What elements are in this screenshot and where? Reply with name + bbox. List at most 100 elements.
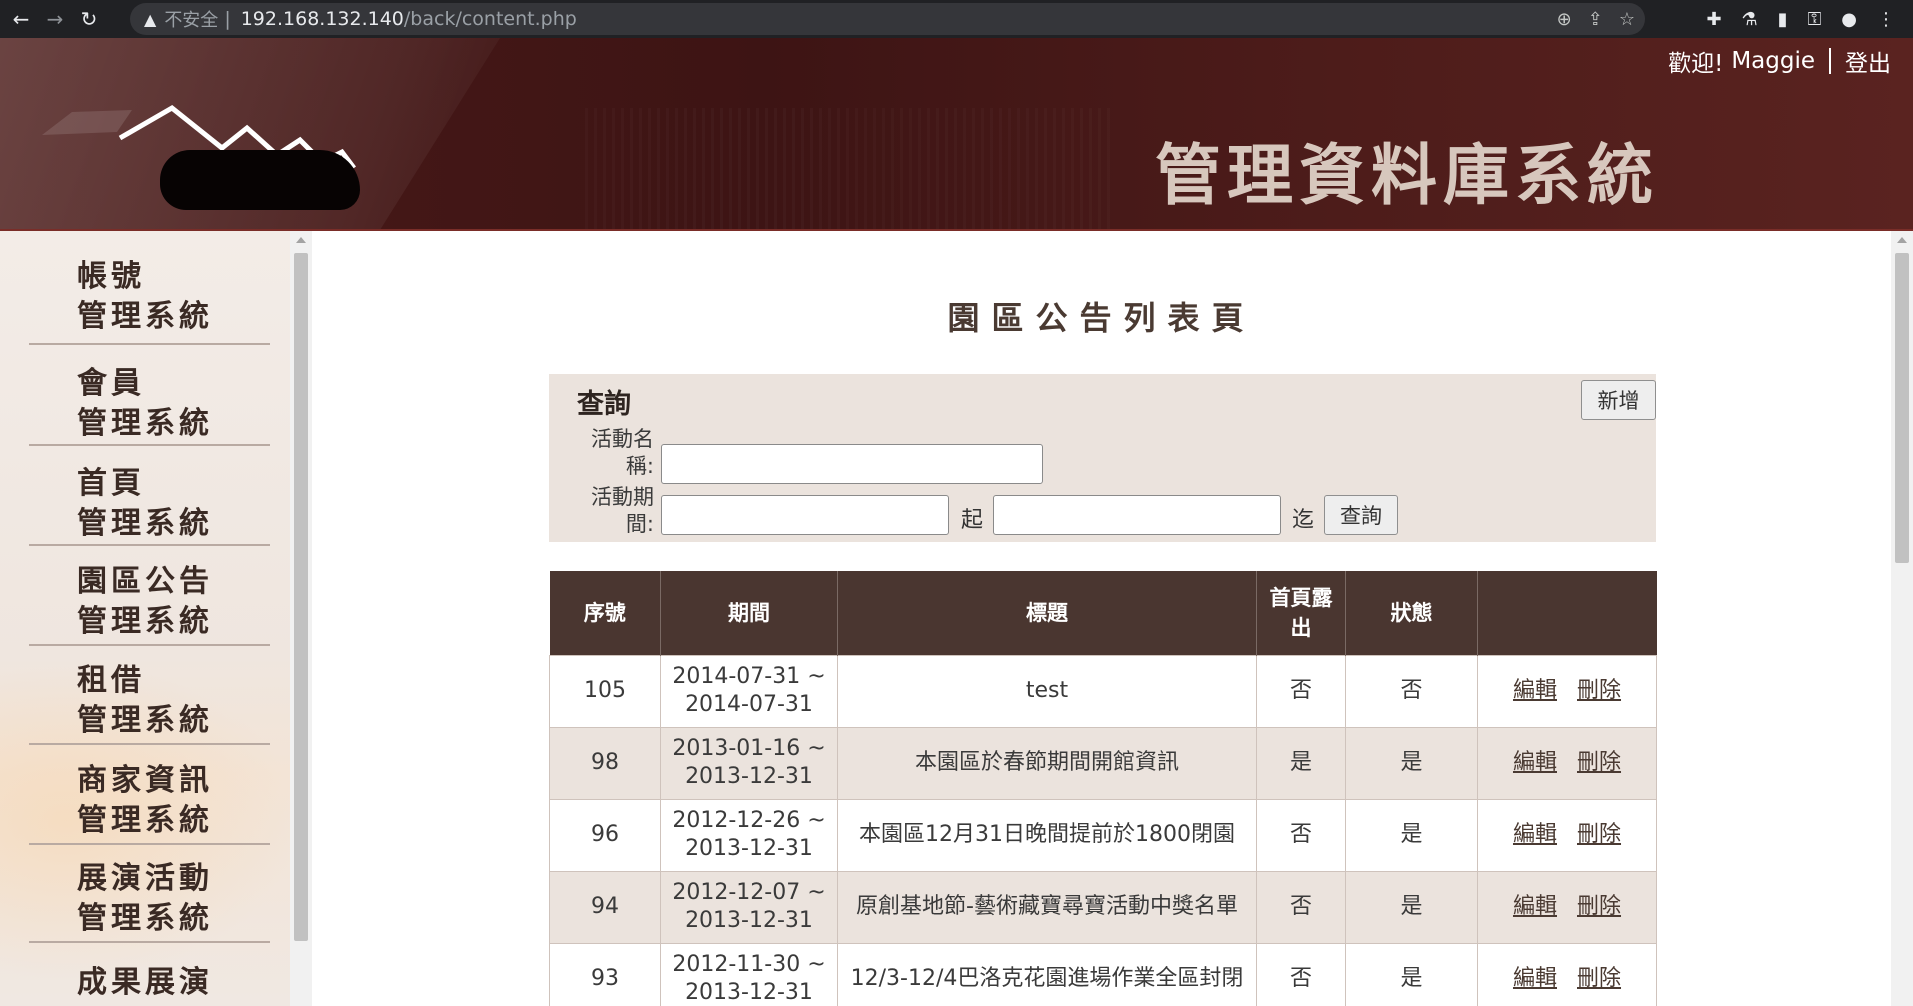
main-scrollbar[interactable] <box>1891 231 1913 1006</box>
share-icon[interactable]: ⇪ <box>1588 9 1603 30</box>
sidebar-item-line1: 帳號 <box>77 259 145 294</box>
table-row: 105 2014-07-31 ~ 2014-07-31 test 否 否 編輯 刪除 <box>549 654 1657 728</box>
header-id: 序號 <box>549 571 661 655</box>
period-end: 2013-12-31 <box>685 764 813 789</box>
cell-actions: 編輯 刪除 <box>1477 726 1657 800</box>
activity-name-input[interactable] <box>661 444 1043 484</box>
delete-link[interactable]: 刪除 <box>1577 966 1621 991</box>
add-button[interactable]: 新增 <box>1581 380 1656 420</box>
table-header-row: 序號 期間 標題 首頁露出 狀態 <box>549 571 1657 655</box>
sidebar-scrollbar[interactable] <box>290 231 312 1006</box>
address-bar[interactable]: ▲ 不安全 | 192.168.132.140 /back/content.ph… <box>130 3 1645 35</box>
forward-arrow-icon[interactable]: → <box>42 6 68 32</box>
period-start: 2012-12-26 ~ <box>672 808 826 833</box>
cell-id: 93 <box>549 942 661 1006</box>
cell-title: 本園區12月31日晚間提前於1800閉園 <box>837 798 1257 872</box>
system-title: 管理資料庫系統 <box>1155 136 1659 214</box>
main-scroll-thumb[interactable] <box>1895 253 1909 563</box>
logout-link[interactable]: 登出 <box>1845 44 1891 78</box>
cell-id: 94 <box>549 870 661 944</box>
edit-link[interactable]: 編輯 <box>1513 894 1557 919</box>
delete-link[interactable]: 刪除 <box>1577 894 1621 919</box>
user-bar-divider <box>1829 48 1831 74</box>
sidebar-item-line1: 首頁 <box>77 466 145 501</box>
sidebar-item-line2: 管理系統 <box>77 901 213 936</box>
sidebar-item-merchants[interactable]: 商家資訊 管理系統 <box>29 761 270 845</box>
delete-link[interactable]: 刪除 <box>1577 750 1621 775</box>
back-arrow-icon[interactable]: ← <box>8 6 34 32</box>
search-panel: 查詢 新增 活動名稱: 活動期間: 起 迄 查詢 <box>549 374 1656 542</box>
cell-actions: 編輯 刪除 <box>1477 870 1657 944</box>
key-icon[interactable]: ⚿ <box>1808 9 1822 30</box>
cell-title: 本園區於春節期間開館資訊 <box>837 726 1257 800</box>
table-row: 93 2012-11-30 ~ 2013-12-31 12/3-12/4巴洛克花園… <box>549 942 1657 1006</box>
reload-icon[interactable]: ↻ <box>76 6 102 32</box>
warning-icon: ▲ <box>144 9 157 29</box>
to-label: 迄 <box>1292 508 1315 533</box>
cell-status: 否 <box>1345 654 1478 728</box>
query-button[interactable]: 查詢 <box>1324 495 1398 535</box>
url-path: /back/content.php <box>403 8 577 30</box>
delete-link[interactable]: 刪除 <box>1577 822 1621 847</box>
table-row: 98 2013-01-16 ~ 2013-12-31 本園區於春節期間開館資訊 是… <box>549 726 1657 800</box>
sidebar-item-events[interactable]: 展演活動 管理系統 <box>29 859 270 943</box>
browser-toolbar: ← → ↻ ▲ 不安全 | 192.168.132.140 /back/cont… <box>0 0 1913 38</box>
sidebar-item-line2: 管理系統 <box>77 703 213 738</box>
cell-status: 是 <box>1345 726 1478 800</box>
redacted-logo <box>160 150 360 210</box>
period-start: 2014-07-31 ~ <box>672 664 826 689</box>
period-end: 2013-12-31 <box>685 836 813 861</box>
cell-period: 2012-12-26 ~ 2013-12-31 <box>660 798 838 872</box>
sidebar-item-line2: 管理系統 <box>77 299 213 334</box>
banner-texture <box>585 108 1115 230</box>
cell-period: 2014-07-31 ~ 2014-07-31 <box>660 654 838 728</box>
cell-status: 是 <box>1345 870 1478 944</box>
edit-link[interactable]: 編輯 <box>1513 822 1557 847</box>
period-end: 2013-12-31 <box>685 980 813 1005</box>
sidebar-item-line1: 會員 <box>77 366 145 401</box>
sidebar-item-announcements[interactable]: 園區公告 管理系統 <box>29 562 270 646</box>
edit-link[interactable]: 編輯 <box>1513 678 1557 703</box>
scroll-up-arrow-icon[interactable] <box>296 237 306 243</box>
sidebar-item-line1: 商家資訊 <box>77 763 213 798</box>
sidebar-scroll-thumb[interactable] <box>294 253 308 941</box>
end-date-input[interactable] <box>993 495 1281 535</box>
sidebar-item-members[interactable]: 會員 管理系統 <box>29 364 270 446</box>
profile-icon[interactable]: ● <box>1841 9 1857 30</box>
cell-actions: 編輯 刪除 <box>1477 798 1657 872</box>
sidebar-item-showcase[interactable]: 成果展演 <box>29 963 270 1006</box>
announcement-table: 序號 期間 標題 首頁露出 狀態 105 2014-07-31 ~2014-07… <box>549 571 1657 1006</box>
cell-status: 是 <box>1345 798 1478 872</box>
start-date-input[interactable] <box>661 495 949 535</box>
period-start: 2012-11-30 ~ <box>672 952 826 977</box>
sidebar-item-line1: 展演活動 <box>77 861 213 896</box>
name-label: 活動名稱: <box>591 427 654 478</box>
edit-link[interactable]: 編輯 <box>1513 966 1557 991</box>
labs-icon[interactable]: ⚗ <box>1742 9 1758 30</box>
cell-title: 原創基地節-藝術藏寶尋寶活動中獎名單 <box>837 870 1257 944</box>
cell-status: 是 <box>1345 942 1478 1006</box>
header-period: 期間 <box>660 571 838 655</box>
header-title: 標題 <box>837 571 1257 655</box>
edit-link[interactable]: 編輯 <box>1513 750 1557 775</box>
star-icon[interactable]: ☆ <box>1619 9 1635 30</box>
header-status: 狀態 <box>1345 571 1478 655</box>
zoom-icon[interactable]: ⊕ <box>1557 9 1572 30</box>
extensions-icon[interactable]: ✚ <box>1706 9 1721 30</box>
side-panel-icon[interactable]: ▮ <box>1778 9 1788 30</box>
scroll-up-arrow-icon[interactable] <box>1897 237 1907 243</box>
cell-actions: 編輯 刪除 <box>1477 942 1657 1006</box>
cell-homepage: 否 <box>1256 942 1346 1006</box>
sidebar-item-rentals[interactable]: 租借 管理系統 <box>29 661 270 745</box>
more-menu-icon[interactable]: ⋮ <box>1877 9 1895 30</box>
sidebar-menu: 帳號 管理系統 會員 管理系統 首頁 管理系統 園區公告 管理系統 租借 管理系… <box>0 231 290 1006</box>
cell-id: 98 <box>549 726 661 800</box>
cell-id: 105 <box>549 654 661 728</box>
insecure-label: 不安全 <box>164 10 219 31</box>
sidebar-item-line1: 成果展演 <box>77 965 213 1000</box>
period-start: 2013-01-16 ~ <box>672 736 826 761</box>
delete-link[interactable]: 刪除 <box>1577 678 1621 703</box>
sidebar-item-homepage[interactable]: 首頁 管理系統 <box>29 464 270 546</box>
sidebar-item-line2: 管理系統 <box>77 803 213 838</box>
sidebar-item-accounts[interactable]: 帳號 管理系統 <box>29 257 270 345</box>
